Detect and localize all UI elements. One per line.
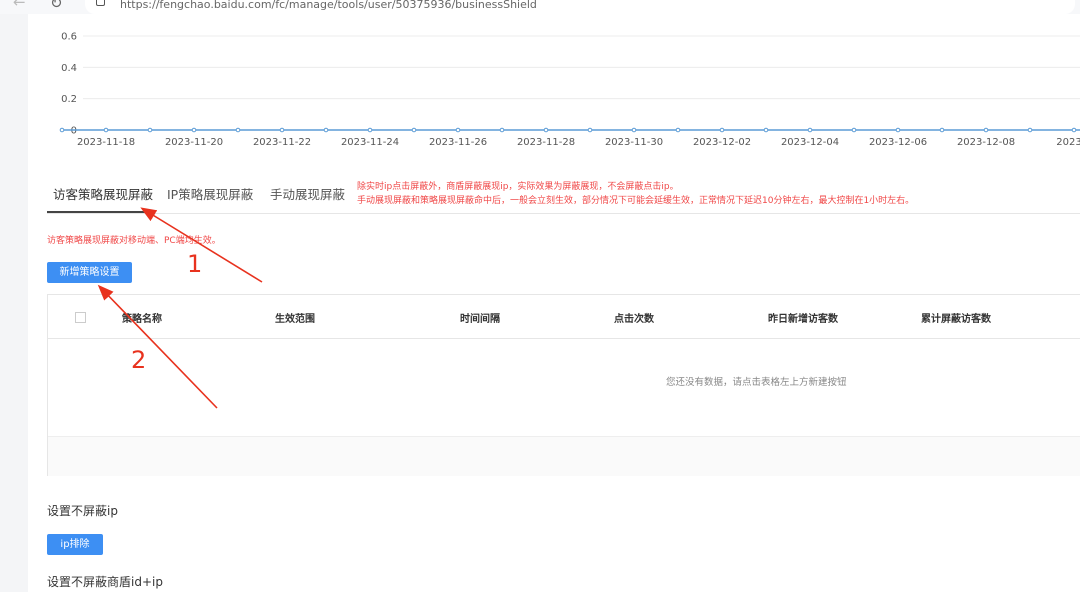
chart-x-tick-label: 2023-11-22 xyxy=(253,137,311,148)
chart-x-tick-label: 2023-12-06 xyxy=(869,137,927,148)
select-all-checkbox[interactable] xyxy=(75,312,86,323)
chart-x-tick-label: 2023-1 xyxy=(1056,137,1080,148)
arrow-left-icon[interactable]: ← xyxy=(13,0,26,10)
table-empty-text: 您还没有数据，请点击表格左上方新建按钮 xyxy=(666,377,847,388)
chart-point xyxy=(719,127,725,133)
chart-point xyxy=(763,127,769,133)
chart-point xyxy=(279,127,285,133)
add-strategy-button[interactable]: 新增策略设置 xyxy=(47,262,132,283)
column-header: 累计屏蔽访客数 xyxy=(921,314,991,325)
url-text[interactable]: https://fengchao.baidu.com/fc/manage/too… xyxy=(120,0,537,11)
chart-point xyxy=(103,127,109,133)
chart-y-tick-label: 0 xyxy=(71,126,77,137)
ip-exclude-button[interactable]: ip排除 xyxy=(47,534,103,555)
chart-point xyxy=(455,127,461,133)
chart-point xyxy=(1027,127,1033,133)
chart-x-tick-label: 2023-11-24 xyxy=(341,137,399,148)
no-shield-ip-title: 设置不屏蔽ip xyxy=(47,504,118,518)
chart-x-tick-label: 2023-12-02 xyxy=(693,137,751,148)
column-header: 昨日新增访客数 xyxy=(768,314,838,325)
trend-chart: 0.6 0.4 0.2 0 2023-11-18 2023-11-20 2023-11-22… xyxy=(28,14,1080,159)
chart-point xyxy=(543,127,549,133)
chart-x-tick-label: 2023-12-04 xyxy=(781,137,839,148)
chart-point xyxy=(587,127,593,133)
notice-line-2: 手动展现屏蔽和策略展现屏蔽命中后，一般会立刻生效，部分情况下可能会延缓生效，正常… xyxy=(357,196,915,206)
reload-icon[interactable]: ↻ xyxy=(50,0,63,11)
chart-point xyxy=(235,127,241,133)
tab-ip-strategy[interactable]: IP策略展现屏蔽 xyxy=(167,185,253,205)
column-header: 时间间隔 xyxy=(460,314,500,325)
chart-x-tick-label: 2023-12-08 xyxy=(957,137,1015,148)
chart-y-tick-label: 0.2 xyxy=(61,94,77,105)
chart-x-tick-label: 2023-11-30 xyxy=(605,137,663,148)
chart-point xyxy=(983,127,989,133)
chart-point xyxy=(895,127,901,133)
trend-chart-svg: 0.6 0.4 0.2 02023-11-18 2023-11-20 2023-11-22… xyxy=(59,32,1080,148)
column-header: 生效范围 xyxy=(275,314,315,325)
chart-point xyxy=(631,127,637,133)
chart-y-tick-label: 0.6 xyxy=(61,32,77,43)
chart-point xyxy=(147,127,153,133)
chart-x-tick-label: 2023-11-28 xyxy=(517,137,575,148)
chart-x-tick-label: 2023-11-18 xyxy=(77,137,135,148)
tab-visitor-strategy[interactable]: 访客策略展现屏蔽 xyxy=(53,185,153,205)
url-field[interactable]: https://fengchao.baidu.com/fc/manage/too… xyxy=(85,0,1075,14)
chart-y-tick-label: 0.4 xyxy=(61,63,77,74)
column-header: 点击次数 xyxy=(614,314,654,325)
chart-point xyxy=(499,127,505,133)
lock-icon[interactable] xyxy=(96,0,105,6)
chart-point xyxy=(411,127,417,133)
annotation-number-1: 1 xyxy=(187,250,203,278)
strategy-sub-notice: 访客策略展现屏蔽对移动端、PC端均生效。 xyxy=(47,236,221,246)
tab-manual-shield[interactable]: 手动展现屏蔽 xyxy=(270,185,345,205)
chart-point xyxy=(675,127,681,133)
chart-point xyxy=(367,127,373,133)
table-header: 策略名称 生效范围 时间间隔 点击次数 昨日新增访客数 累计屏蔽访客数 xyxy=(48,295,1080,339)
chart-x-tick-label: 2023-11-20 xyxy=(165,137,223,148)
browser-address-bar: ← ↻ https://fengchao.baidu.com/fc/manage… xyxy=(0,0,1080,14)
column-header: 策略名称 xyxy=(122,314,162,325)
chart-point xyxy=(807,127,813,133)
chart-point xyxy=(323,127,329,133)
shield-notice: 除实时ip点击屏蔽外，商盾屏蔽展现ip，实际效果为屏蔽展现，不会屏蔽点击ip。 … xyxy=(357,180,914,208)
chart-point xyxy=(1071,127,1077,133)
strategy-table: 策略名称 生效范围 时间间隔 点击次数 昨日新增访客数 累计屏蔽访客数 您还没有… xyxy=(47,294,1080,476)
no-shield-shop-id-ip-title: 设置不屏蔽商盾id+ip xyxy=(47,575,163,589)
chart-point xyxy=(191,127,197,133)
chart-x-tick-label: 2023-11-26 xyxy=(429,137,487,148)
notice-line-1: 除实时ip点击屏蔽外，商盾屏蔽展现ip，实际效果为屏蔽展现，不会屏蔽点击ip。 xyxy=(357,182,679,192)
tabs-divider xyxy=(47,213,1080,214)
chart-point xyxy=(939,127,945,133)
annotation-number-2: 2 xyxy=(131,346,147,374)
chart-point xyxy=(851,127,857,133)
chart-point xyxy=(59,127,65,133)
table-footer xyxy=(48,436,1080,476)
sidebar-strip xyxy=(0,14,28,592)
